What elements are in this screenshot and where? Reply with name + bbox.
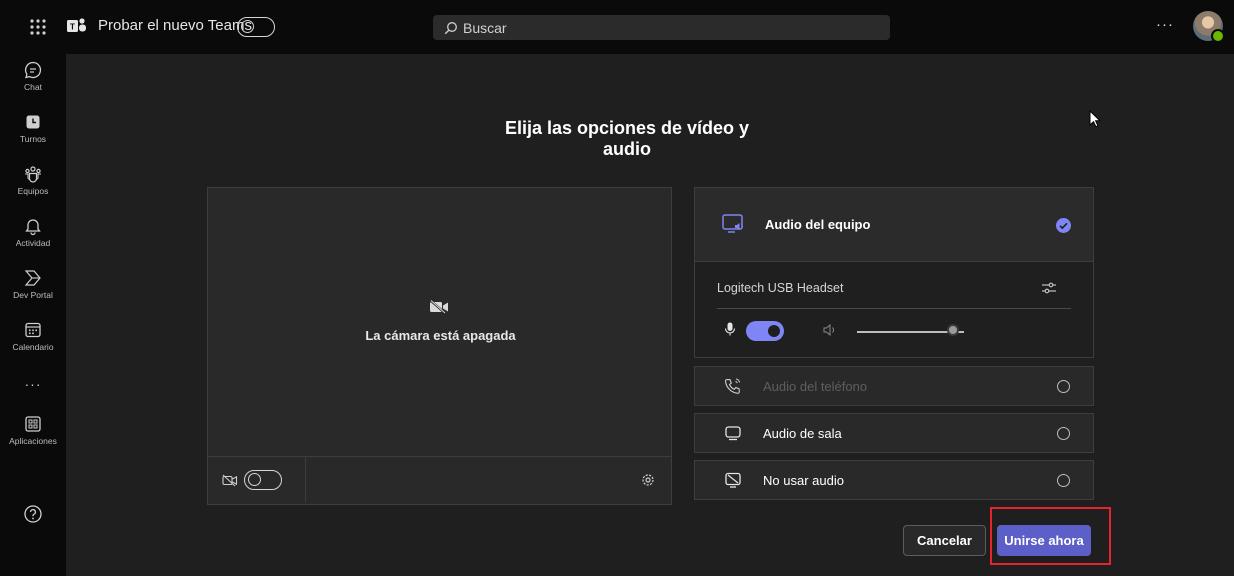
page-title: Elija las opciones de vídeo y audio bbox=[504, 118, 750, 159]
rail-item-label: Calendario bbox=[12, 342, 54, 352]
phone-audio-label: Audio del teléfono bbox=[763, 379, 868, 394]
camera-off-icon bbox=[429, 299, 448, 315]
more-options-button[interactable]: ··· bbox=[1156, 16, 1174, 33]
title-bar: T Probar el nuevo Teams Buscar ··· bbox=[0, 0, 1234, 54]
try-new-teams-toggle[interactable] bbox=[237, 17, 275, 37]
help-icon[interactable] bbox=[23, 504, 43, 524]
teams-icon bbox=[25, 166, 41, 183]
rail-item-calendar[interactable]: Calendario bbox=[0, 320, 66, 352]
speaker-icon bbox=[823, 324, 835, 336]
computer-audio-card: Audio del equipo Logitech USB Headset bbox=[694, 187, 1094, 358]
rail-item-label: Chat bbox=[24, 82, 42, 92]
no-audio-icon bbox=[725, 472, 741, 488]
camera-off-message: La cámara está apagada bbox=[365, 328, 516, 343]
cancel-button[interactable]: Cancelar bbox=[903, 525, 986, 556]
divider bbox=[305, 457, 306, 503]
rail-item-chat[interactable]: Chat bbox=[0, 60, 66, 92]
gear-icon[interactable] bbox=[640, 472, 656, 488]
rail-item-activity[interactable]: Actividad bbox=[0, 216, 66, 248]
chat-icon bbox=[24, 61, 42, 79]
bell-icon bbox=[25, 219, 41, 236]
phone-audio-option: Audio del teléfono bbox=[694, 366, 1094, 406]
search-box[interactable]: Buscar bbox=[433, 15, 890, 40]
presence-badge bbox=[1211, 29, 1225, 43]
toggle-knob bbox=[248, 473, 261, 486]
audio-device-select[interactable]: Logitech USB Headset bbox=[717, 281, 843, 295]
rail-item-teams[interactable]: Equipos bbox=[0, 164, 66, 196]
computer-speaker-icon bbox=[722, 214, 743, 233]
rail-item-label: Turnos bbox=[19, 134, 47, 144]
avatar[interactable] bbox=[1193, 11, 1225, 43]
apps-icon bbox=[25, 416, 41, 432]
phone-icon bbox=[724, 378, 740, 394]
rail-item-shifts[interactable]: Turnos bbox=[0, 112, 66, 144]
dev-portal-icon bbox=[24, 270, 41, 286]
rail-item-apps[interactable]: Aplicaciones bbox=[0, 414, 66, 446]
rail-item-label: Aplicaciones bbox=[9, 436, 57, 446]
rail-item-dev-portal[interactable]: Dev Portal bbox=[0, 268, 66, 300]
volume-slider-thumb[interactable] bbox=[947, 324, 960, 336]
rail-item-label: Dev Portal bbox=[13, 290, 53, 300]
app-launcher-icon[interactable] bbox=[28, 17, 48, 37]
room-device-icon bbox=[725, 426, 741, 441]
divider bbox=[717, 308, 1071, 309]
computer-audio-option[interactable]: Audio del equipo bbox=[695, 188, 1093, 262]
video-controls bbox=[208, 456, 671, 504]
room-audio-option[interactable]: Audio de sala bbox=[694, 413, 1094, 453]
selected-check-icon bbox=[1056, 218, 1071, 233]
calendar-icon bbox=[25, 322, 41, 338]
mouse-cursor-icon bbox=[1089, 110, 1102, 128]
no-audio-label: No usar audio bbox=[763, 473, 844, 488]
radio-button bbox=[1057, 380, 1070, 393]
radio-button[interactable] bbox=[1057, 427, 1070, 440]
device-settings-icon[interactable] bbox=[1041, 280, 1057, 296]
video-preview: La cámara está apagada bbox=[207, 187, 672, 505]
svg-text:T: T bbox=[70, 23, 75, 32]
camera-off-small-icon bbox=[222, 474, 238, 487]
join-now-button[interactable]: Unirse ahora bbox=[997, 525, 1091, 556]
microphone-toggle[interactable] bbox=[746, 321, 784, 341]
radio-button[interactable] bbox=[1057, 474, 1070, 487]
teams-logo-icon: T bbox=[67, 18, 86, 32]
rail-item-label: Actividad bbox=[15, 238, 51, 248]
rail-item-label: Equipos bbox=[17, 186, 49, 196]
computer-audio-label: Audio del equipo bbox=[765, 217, 871, 232]
search-placeholder: Buscar bbox=[463, 20, 507, 36]
room-audio-label: Audio de sala bbox=[763, 426, 842, 441]
app-rail: Chat Turnos Equipos Actividad Dev Portal… bbox=[0, 54, 66, 576]
try-new-teams-label: Probar el nuevo Teams bbox=[98, 17, 252, 34]
rail-more-button[interactable]: ··· bbox=[0, 376, 66, 392]
no-audio-option[interactable]: No usar audio bbox=[694, 460, 1094, 500]
search-icon bbox=[444, 22, 457, 35]
shifts-icon bbox=[26, 115, 40, 129]
toggle-knob bbox=[768, 325, 780, 337]
microphone-icon bbox=[724, 322, 736, 336]
toggle-knob bbox=[241, 20, 254, 33]
camera-toggle[interactable] bbox=[244, 470, 282, 490]
